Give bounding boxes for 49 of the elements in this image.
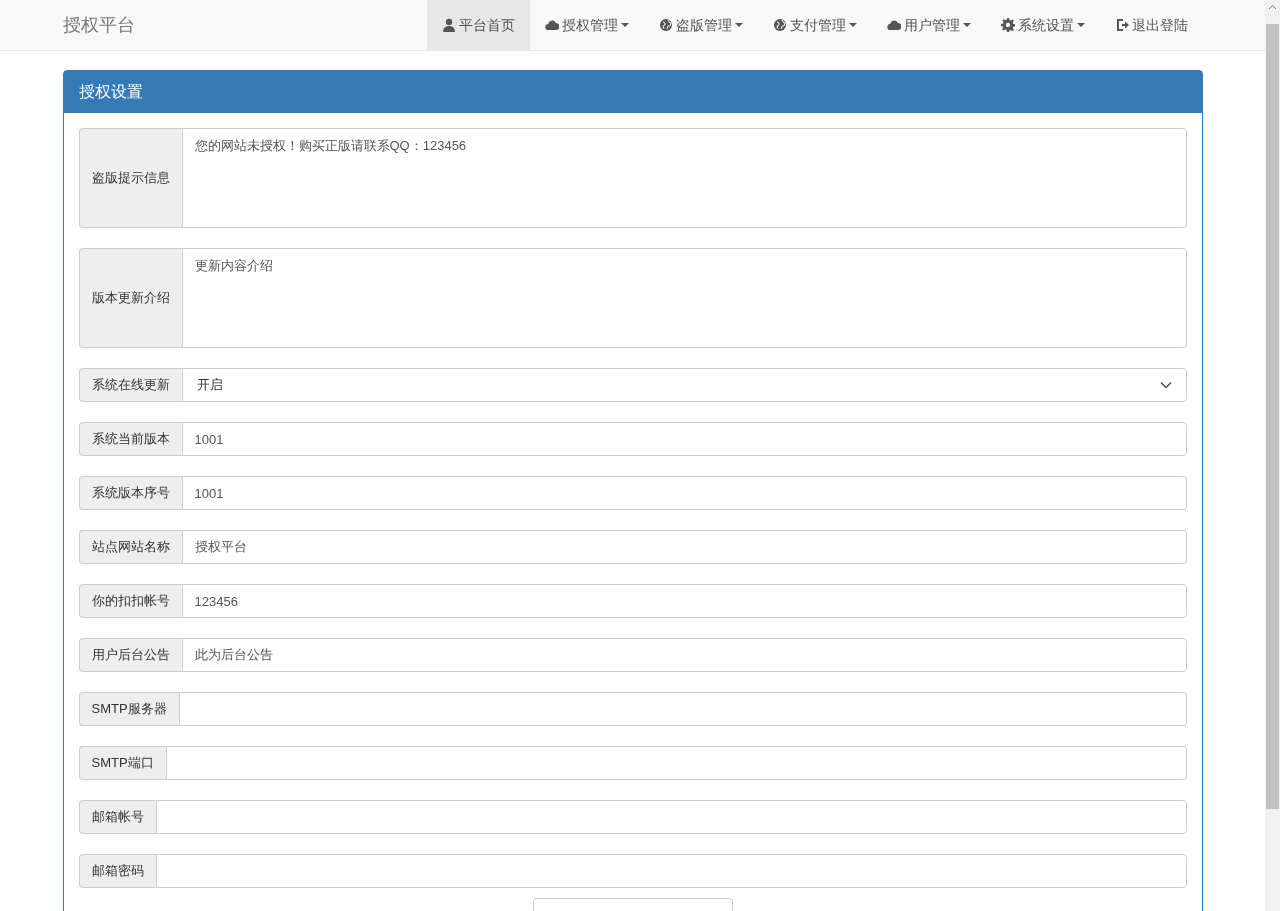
field-label: 用户后台公告: [78, 638, 182, 672]
panel-title: 授权设置: [63, 71, 1202, 113]
nav-item[interactable]: 系统设置: [985, 0, 1100, 50]
input-field[interactable]: [155, 800, 1187, 834]
cloud-icon: [886, 18, 901, 32]
input-field[interactable]: 授权平台: [181, 530, 1187, 564]
caret-icon: [848, 23, 857, 27]
scrollbar[interactable]: [1265, 0, 1280, 911]
field-label: 系统版本序号: [78, 476, 182, 510]
person-icon: [441, 18, 456, 32]
field-label: SMTP服务器: [78, 692, 179, 726]
text-area[interactable]: 更新内容介绍: [181, 248, 1187, 348]
nav-item[interactable]: 支付管理: [757, 0, 872, 50]
scroll-up-icon[interactable]: [1268, 4, 1277, 10]
chevron-down-icon: [1159, 381, 1172, 389]
scrollbar-thumb[interactable]: [1266, 24, 1279, 809]
field-label: 版本更新介绍: [78, 248, 182, 348]
caret-icon: [962, 23, 971, 27]
caret-icon: [1076, 23, 1085, 27]
field-label: SMTP端口: [78, 746, 166, 780]
input-field[interactable]: [178, 692, 1187, 726]
nav-item[interactable]: 授权管理: [529, 0, 644, 50]
brand-name[interactable]: 授权平台: [62, 11, 135, 39]
caret-icon: [620, 23, 629, 27]
input-field[interactable]: 123456: [181, 584, 1187, 618]
nav-item[interactable]: 盗版管理: [643, 0, 758, 50]
text-area[interactable]: 您的网站未授权！购买正版请联系QQ：123456: [181, 128, 1187, 228]
field-label: 你的扣扣帐号: [78, 584, 182, 618]
field-label: 站点网站名称: [78, 530, 182, 564]
input-field[interactable]: 1001: [181, 422, 1187, 456]
globe-icon: [772, 18, 787, 32]
field-label: 系统在线更新: [78, 368, 182, 402]
input-field[interactable]: [165, 746, 1187, 780]
input-field[interactable]: [155, 854, 1187, 888]
gear-icon: [1000, 18, 1015, 32]
cloud-icon: [544, 18, 559, 32]
nav-item[interactable]: 用户管理: [871, 0, 986, 50]
field-label: 系统当前版本: [78, 422, 182, 456]
select-field[interactable]: 开启: [181, 368, 1187, 402]
logout-icon: [1114, 18, 1129, 32]
nav-item[interactable]: 退出登陆: [1099, 0, 1203, 50]
nav-item[interactable]: 平台首页: [426, 0, 530, 50]
field-label: 邮箱密码: [78, 854, 156, 888]
input-field[interactable]: 1001: [181, 476, 1187, 510]
caret-icon: [734, 23, 743, 27]
input-field[interactable]: 此为后台公告: [181, 638, 1187, 672]
field-label: 盗版提示信息: [78, 128, 182, 228]
globe-icon: [658, 18, 673, 32]
field-label: 邮箱帐号: [78, 800, 156, 834]
